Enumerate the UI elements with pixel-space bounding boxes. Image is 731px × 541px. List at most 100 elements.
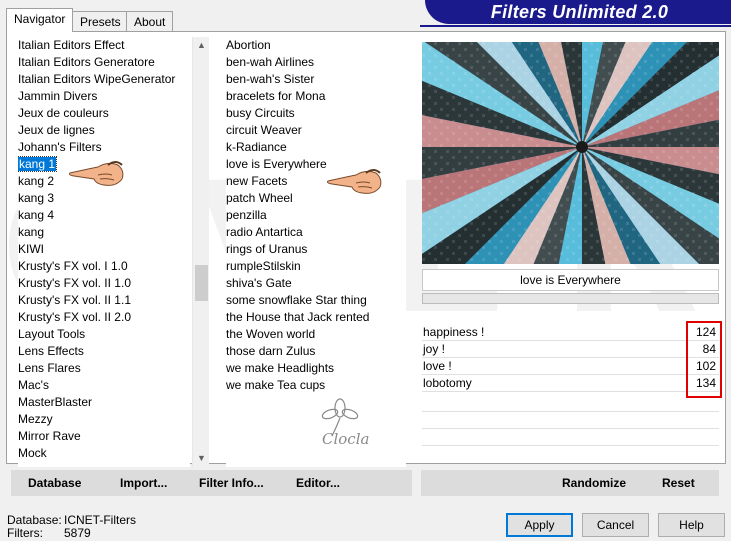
filter-item[interactable]: those darn Zulus	[226, 343, 406, 360]
category-item-label: kang 3	[18, 191, 55, 205]
empty-param-row	[422, 429, 719, 446]
filter-item[interactable]: ben-wah Airlines	[226, 54, 406, 71]
category-item-label: Mock	[18, 446, 47, 460]
category-item-label: KIWI	[18, 242, 44, 256]
filter-item[interactable]: circuit Weaver	[226, 122, 406, 139]
category-item-label: Jeux de lignes	[18, 123, 95, 137]
reset-button[interactable]: Reset	[662, 470, 695, 496]
category-item[interactable]: Mirror Rave	[18, 428, 190, 445]
filter-item[interactable]: rings of Uranus	[226, 241, 406, 258]
tab-presets[interactable]: Presets	[72, 11, 129, 31]
filter-item-label: rumpleStilskin	[226, 259, 301, 273]
parameter-row[interactable]: joy ! 84	[422, 341, 719, 358]
filter-item[interactable]: busy Circuits	[226, 105, 406, 122]
filter-item-label: circuit Weaver	[226, 123, 302, 137]
empty-param-row	[422, 446, 719, 463]
category-item[interactable]: kang	[18, 224, 190, 241]
filter-item[interactable]: ben-wah's Sister	[226, 71, 406, 88]
filter-item-label: those darn Zulus	[226, 344, 316, 358]
filter-item-label: penzilla	[226, 208, 267, 222]
category-item[interactable]: Jeux de lignes	[18, 122, 190, 139]
category-item[interactable]: MasterBlaster	[18, 394, 190, 411]
filter-info-button[interactable]: Filter Info...	[199, 470, 264, 496]
scroll-thumb[interactable]	[195, 265, 208, 301]
category-item[interactable]: Italian Editors WipeGenerator	[18, 71, 190, 88]
database-label: Database:	[7, 513, 62, 527]
help-button[interactable]: Help	[658, 513, 725, 537]
category-item[interactable]: Jeux de couleurs	[18, 105, 190, 122]
pointing-hand-icon	[69, 161, 124, 186]
filter-item[interactable]: some snowflake Star thing	[226, 292, 406, 309]
cancel-button[interactable]: Cancel	[582, 513, 649, 537]
filter-item[interactable]: the House that Jack rented	[226, 309, 406, 326]
parameter-label: lobotomy	[423, 376, 472, 390]
category-item[interactable]: Italian Editors Generatore	[18, 54, 190, 71]
filter-item[interactable]: penzilla	[226, 207, 406, 224]
apply-button[interactable]: Apply	[506, 513, 573, 537]
tab-about[interactable]: About	[126, 11, 174, 31]
category-item-label: kang 2	[18, 174, 55, 188]
filter-item-label: patch Wheel	[226, 191, 293, 205]
category-item[interactable]: Mezzy	[18, 411, 190, 428]
import-button[interactable]: Import...	[120, 470, 167, 496]
filter-item-label: ben-wah's Sister	[226, 72, 315, 86]
parameter-row[interactable]: happiness ! 124	[422, 324, 719, 341]
empty-param-row	[422, 412, 719, 429]
progress-bar	[422, 293, 719, 304]
editor-button[interactable]: Editor...	[296, 470, 340, 496]
filter-item[interactable]: k-Radiance	[226, 139, 406, 156]
tab-navigator[interactable]: Navigator	[6, 8, 74, 32]
category-item[interactable]: Layout Tools	[18, 326, 190, 343]
randomize-button[interactable]: Randomize	[562, 470, 626, 496]
category-item[interactable]: Krusty's FX vol. II 1.0	[18, 275, 190, 292]
preview-action-bar: Randomize Reset	[421, 470, 719, 496]
parameter-row[interactable]: lobotomy 134	[422, 375, 719, 392]
filter-item[interactable]: Abortion	[226, 37, 406, 54]
filter-item-label: the House that Jack rented	[226, 310, 370, 324]
category-item[interactable]: Krusty's FX vol. I 1.0	[18, 258, 190, 275]
category-item[interactable]: Lens Flares	[18, 360, 190, 377]
filter-preview-image	[422, 42, 719, 264]
category-item-label: Mirror Rave	[18, 429, 81, 443]
category-item[interactable]: Krusty's FX vol. II 1.1	[18, 292, 190, 309]
category-item[interactable]: Italian Editors Effect	[18, 37, 190, 54]
filters-label: Filters:	[7, 526, 43, 540]
filter-item-label: the Woven world	[226, 327, 316, 341]
scroll-up-icon[interactable]: ▲	[193, 37, 210, 54]
parameter-row[interactable]: love ! 102	[422, 358, 719, 375]
category-item[interactable]: Lens Effects	[18, 343, 190, 360]
filter-item-label: we make Headlights	[226, 361, 335, 375]
filter-item[interactable]: shiva's Gate	[226, 275, 406, 292]
filter-item[interactable]: we make Headlights	[226, 360, 406, 377]
category-item[interactable]: Johann's Filters	[18, 139, 190, 156]
category-item[interactable]: Krusty's FX vol. II 2.0	[18, 309, 190, 326]
filter-item-label: radio Antartica	[226, 225, 303, 239]
pointing-hand-icon	[327, 169, 382, 194]
filter-item[interactable]: rumpleStilskin	[226, 258, 406, 275]
filter-item-label: Abortion	[226, 38, 271, 52]
category-item[interactable]: Mac's	[18, 377, 190, 394]
filter-item-label: love is Everywhere	[226, 157, 327, 171]
category-item[interactable]: kang 4	[18, 207, 190, 224]
values-highlight-box	[686, 321, 722, 398]
filters-count: 5879	[64, 526, 91, 540]
selected-filter-name: love is Everywhere	[422, 269, 719, 291]
filter-item[interactable]: bracelets for Mona	[226, 88, 406, 105]
filter-item[interactable]: the Woven world	[226, 326, 406, 343]
category-item-label: Italian Editors WipeGenerator	[18, 72, 176, 86]
filter-item[interactable]: radio Antartica	[226, 224, 406, 241]
category-item-label: Layout Tools	[18, 327, 86, 341]
category-item[interactable]: Mock	[18, 445, 190, 462]
category-item[interactable]: Jammin Divers	[18, 88, 190, 105]
category-list[interactable]: Italian Editors Effect Italian Editors Ge…	[18, 37, 190, 467]
database-button[interactable]: Database	[28, 470, 81, 496]
category-scrollbar[interactable]: ▲ ▼	[192, 37, 209, 467]
category-item[interactable]: KIWI	[18, 241, 190, 258]
scroll-down-icon[interactable]: ▼	[193, 450, 210, 467]
parameter-label: love !	[423, 359, 452, 373]
category-item[interactable]: kang 3	[18, 190, 190, 207]
database-value: ICNET-Filters	[64, 513, 136, 527]
category-item-label: Lens Flares	[18, 361, 81, 375]
signature-logo: Clocla	[321, 398, 369, 448]
filter-item-label: ben-wah Airlines	[226, 55, 315, 69]
